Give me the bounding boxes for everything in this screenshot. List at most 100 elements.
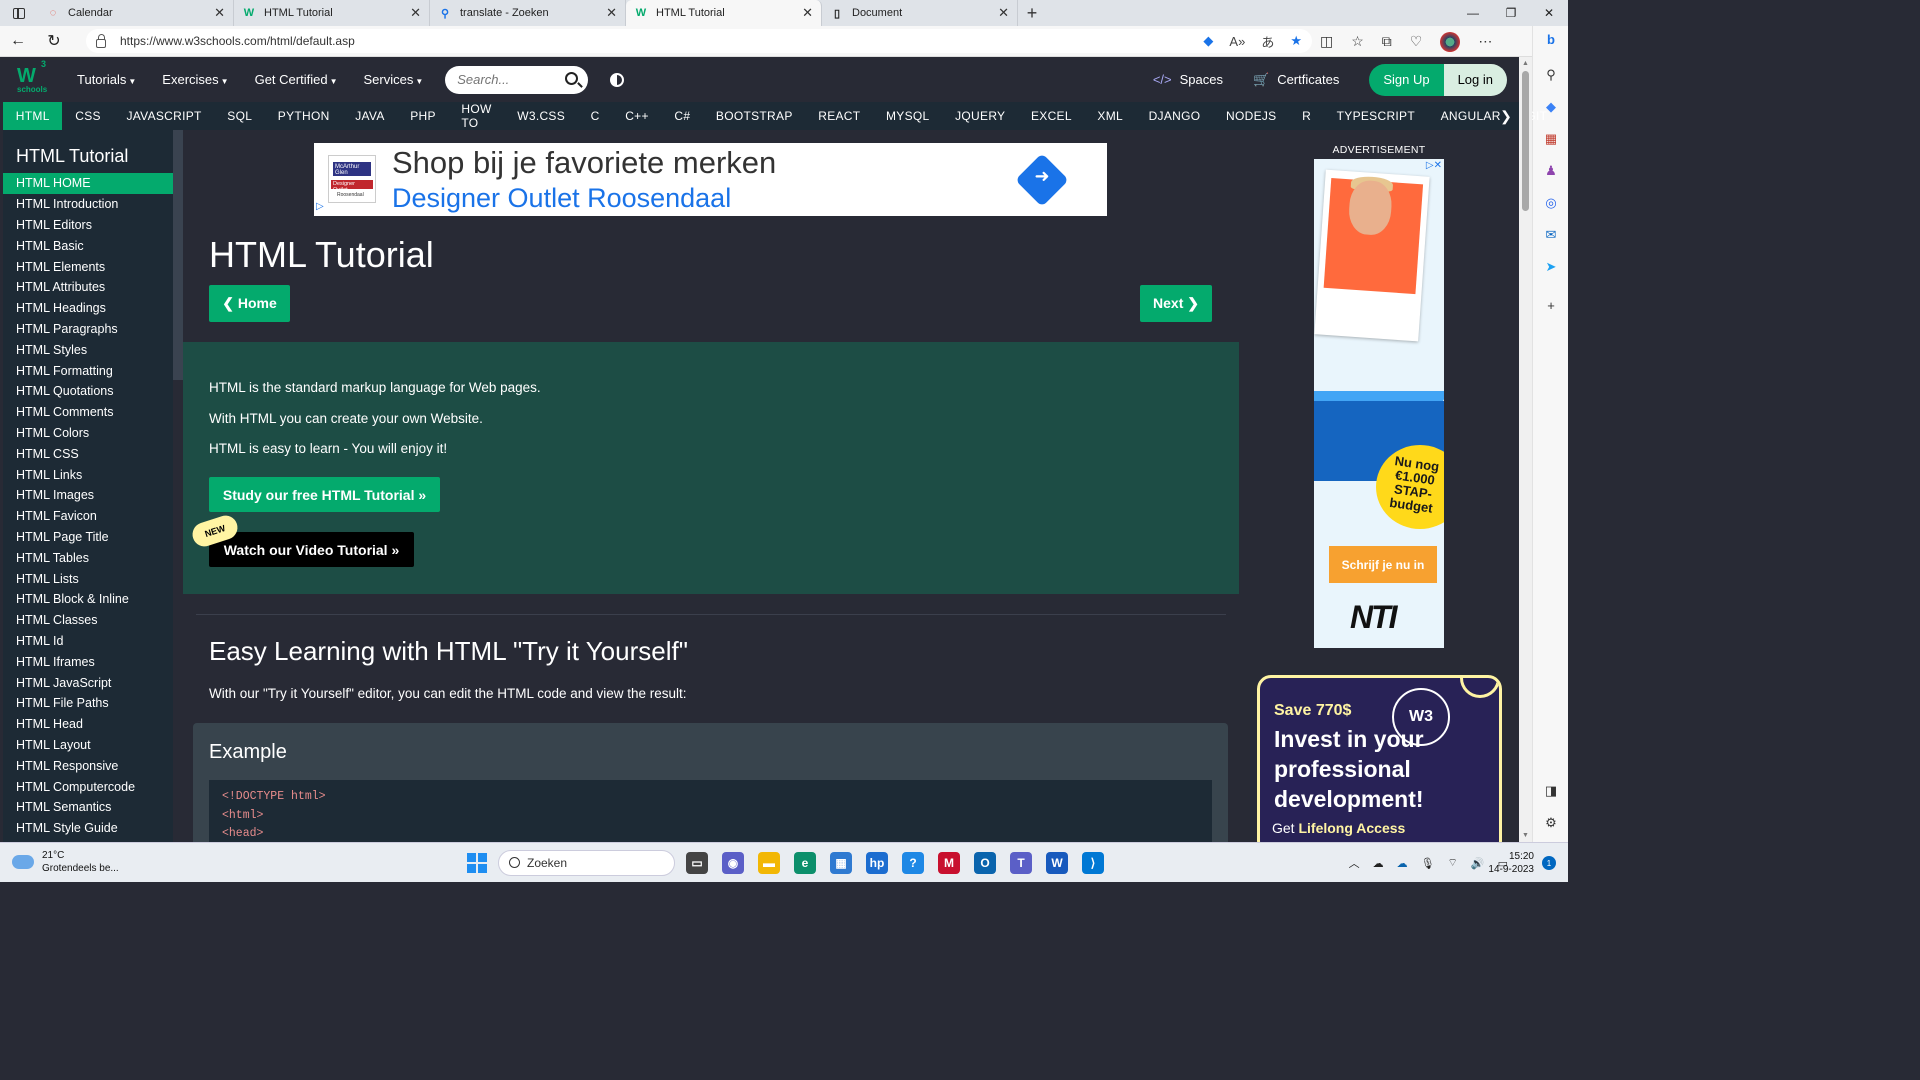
volume-icon[interactable]: 🔊 (1471, 857, 1485, 870)
chevron-right-icon[interactable]: ❯ (1493, 102, 1519, 130)
refresh-icon[interactable]: ↻ (36, 31, 72, 51)
scroll-down-icon[interactable]: ▼ (1522, 832, 1529, 839)
menu-exercises[interactable]: Exercises ▼ (162, 72, 228, 87)
sidebar-item[interactable]: HTML Colors (3, 423, 173, 444)
browser-essentials-icon[interactable]: ♡ (1410, 33, 1423, 50)
browser-tab[interactable]: ◌ Calendar ✕ (38, 0, 234, 26)
sidebar-item[interactable]: HTML Introduction (3, 194, 173, 215)
chevron-up-icon[interactable]: ︿ (1349, 855, 1360, 871)
sidebar-item[interactable]: HTML Layout (3, 735, 173, 756)
search-input[interactable] (457, 72, 558, 87)
weather-widget[interactable]: 21°C Grotendeels be... (12, 849, 119, 875)
favorites-icon[interactable]: ☆ (1351, 33, 1364, 50)
search-icon[interactable] (565, 71, 579, 85)
topic-html[interactable]: HTML (3, 102, 63, 130)
sidebar-item[interactable]: HTML Links (3, 464, 173, 485)
topic-link[interactable]: JQUERY (942, 102, 1018, 130)
login-button[interactable]: Log in (1443, 63, 1507, 96)
sidebar-item[interactable]: HTML Editors (3, 215, 173, 236)
topic-link[interactable]: C# (662, 102, 704, 130)
sidebar-item[interactable]: HTML Favicon (3, 506, 173, 527)
wifi-icon[interactable]: ⌔ (1448, 856, 1458, 870)
w3schools-logo[interactable]: W 3 schools (15, 57, 71, 102)
theme-toggle-icon[interactable] (610, 72, 625, 87)
sidebar-item[interactable]: HTML Headings (3, 298, 173, 319)
sidebar-item[interactable]: HTML Elements (3, 256, 173, 277)
taskbar-clock[interactable]: 15:20 14-9-2023 (1488, 850, 1534, 876)
sidebar-item[interactable]: HTML Iframes (3, 651, 173, 672)
close-tab-icon[interactable]: ✕ (410, 5, 421, 21)
ad-cta-button[interactable]: Schrijf je nu in (1329, 546, 1437, 583)
sidebar-item[interactable]: HTML Page Title (3, 527, 173, 548)
home-button[interactable]: ❮ Home (209, 285, 290, 322)
sidebar-item[interactable]: HTML Attributes (3, 277, 173, 298)
topic-link[interactable]: PYTHON (265, 102, 342, 130)
sidebar-item[interactable]: HTML Head (3, 714, 173, 735)
topic-link[interactable]: EXCEL (1018, 102, 1084, 130)
restore-icon[interactable]: ❐ (1492, 0, 1530, 26)
topic-link[interactable]: JAVASCRIPT (114, 102, 215, 130)
file-explorer-icon[interactable]: ▬ (758, 852, 780, 874)
sidebar-item[interactable]: HTML Responsive (3, 755, 173, 776)
read-aloud-icon[interactable]: A» (1229, 34, 1245, 49)
teams-icon[interactable]: T (1010, 852, 1032, 874)
microphone-icon[interactable]: 🎙 (1421, 857, 1435, 870)
sidebar-item[interactable]: HTML Semantics (3, 797, 173, 818)
sidebar-item[interactable]: HTML Comments (3, 402, 173, 423)
sidebar-item[interactable]: HTML Quotations (3, 381, 173, 402)
side-ad[interactable]: Nu nog €1.000 STAP-budget Schrijf je nu … (1314, 159, 1444, 648)
topic-link[interactable]: CSS (62, 102, 113, 130)
microsoft365-icon[interactable]: ◎ (1542, 194, 1560, 212)
browser-tab-active[interactable]: W HTML Tutorial ✕ (626, 0, 822, 26)
browser-tab[interactable]: ⚲ translate - Zoeken ✕ (430, 0, 626, 26)
signup-button[interactable]: Sign Up (1369, 63, 1444, 96)
shopping-tag-icon[interactable]: ◆ (1203, 33, 1213, 49)
tools-icon[interactable]: ▦ (1542, 130, 1560, 148)
topic-link[interactable]: JAVA (342, 102, 397, 130)
banner-ad[interactable]: McArthur Glen Designer Outlet Roosendaal… (314, 143, 1107, 216)
topic-link[interactable]: REACT (805, 102, 873, 130)
certificates-link[interactable]: 🛒 Certficates (1253, 72, 1339, 88)
sidebar-item[interactable]: HTML Block & Inline (3, 589, 173, 610)
sidebar-item[interactable]: HTML Paragraphs (3, 319, 173, 340)
sidebar-item[interactable]: HTML Classes (3, 610, 173, 631)
microsoft-store-icon[interactable]: ▦ (830, 852, 852, 874)
sidebar-item[interactable]: HTML Style Guide (3, 818, 173, 839)
drop-icon[interactable]: ➤ (1542, 258, 1560, 276)
sidebar-item[interactable]: HTML Styles (3, 339, 173, 360)
topic-link[interactable]: C++ (612, 102, 661, 130)
menu-get-certified[interactable]: Get Certified ▼ (255, 72, 338, 87)
adchoices-icon[interactable]: ▷ (316, 201, 324, 212)
split-screen-icon[interactable]: ◫ (1320, 33, 1333, 50)
video-tutorial-button[interactable]: Watch our Video Tutorial » (209, 532, 414, 567)
notification-badge[interactable]: 1 (1542, 856, 1556, 870)
onedrive-business-icon[interactable]: ☁ (1397, 857, 1408, 870)
tab-actions-menu[interactable] (0, 0, 38, 26)
close-tab-icon[interactable]: ✕ (802, 5, 813, 21)
scroll-up-icon[interactable]: ▲ (1522, 60, 1529, 67)
sidebar-item[interactable]: HTML Tables (3, 547, 173, 568)
sidebar-item[interactable]: HTML Computercode (3, 776, 173, 797)
ad-directions-icon[interactable] (1015, 153, 1069, 207)
edge-browser-icon[interactable]: e (794, 852, 816, 874)
address-bar[interactable]: https://www.w3schools.com/html/default.a… (86, 29, 1312, 53)
topic-link[interactable]: PHP (397, 102, 448, 130)
close-window-icon[interactable]: ✕ (1530, 0, 1568, 26)
close-tab-icon[interactable]: ✕ (606, 5, 617, 21)
add-icon[interactable]: + (1542, 296, 1560, 314)
profile-avatar[interactable] (1440, 31, 1461, 52)
taskbar-search[interactable]: Zoeken (498, 850, 675, 876)
next-button[interactable]: Next ❯ (1140, 285, 1212, 322)
sidebar-item[interactable]: HTML Id (3, 631, 173, 652)
help-icon[interactable]: ? (902, 852, 924, 874)
translate-icon[interactable]: あ (1261, 32, 1274, 51)
vscode-icon[interactable]: ⟩ (1082, 852, 1104, 874)
topic-link[interactable]: W3.CSS (504, 102, 577, 130)
outlook-icon[interactable]: O (974, 852, 996, 874)
teams-chat-icon[interactable]: ◉ (722, 852, 744, 874)
scrollbar-thumb[interactable] (1522, 71, 1529, 211)
sidebar-toggle-icon[interactable]: ◨ (1542, 782, 1560, 800)
sidebar-item[interactable]: HTML Formatting (3, 360, 173, 381)
sidebar-item[interactable]: HTML Images (3, 485, 173, 506)
outlook-icon[interactable]: ✉ (1542, 226, 1560, 244)
